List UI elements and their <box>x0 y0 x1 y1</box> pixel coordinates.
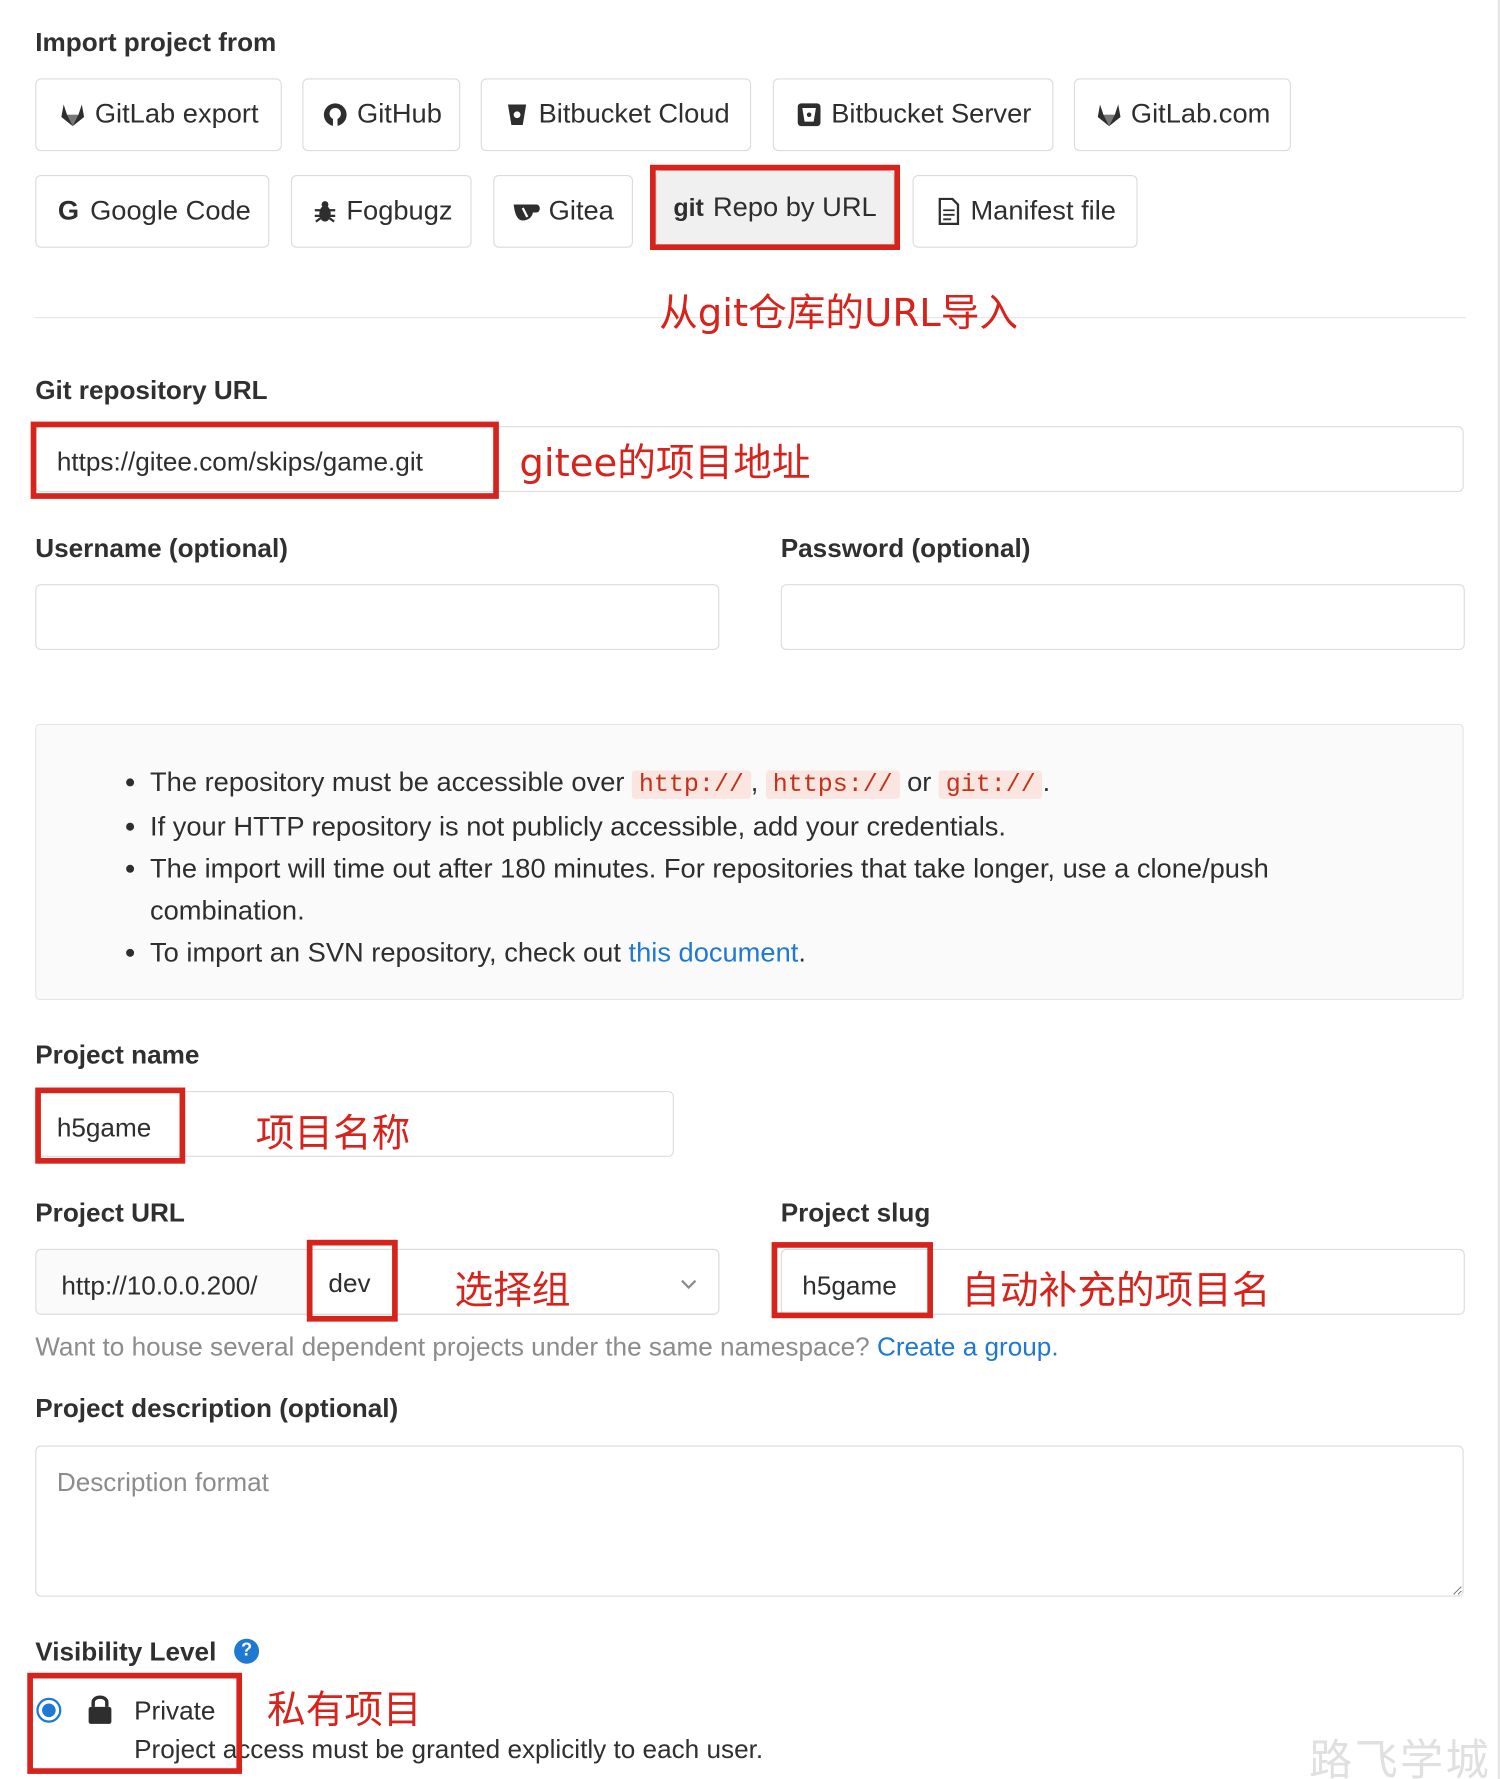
highlight-namespace <box>306 1239 398 1322</box>
info-item-protocols: The repository must be accessible over h… <box>150 761 1411 805</box>
code-git: git:// <box>938 770 1043 799</box>
github-icon <box>321 100 351 130</box>
import-github-button[interactable]: GitHub <box>302 78 461 152</box>
bitbucket-server-icon <box>795 100 825 130</box>
button-label: Bitbucket Cloud <box>538 98 730 130</box>
repo-url-label: Git repository URL <box>35 375 268 405</box>
svn-document-link[interactable]: this document <box>629 938 799 969</box>
info-item-svn: To import an SVN repository, check out t… <box>150 932 1411 974</box>
project-url-prefix: http://10.0.0.200/ <box>61 1270 258 1301</box>
button-label: Bitbucket Server <box>831 98 1032 130</box>
highlight-repo-by-url <box>650 164 901 251</box>
info-text: or <box>899 767 939 798</box>
import-gitlab-com-button[interactable]: GitLab.com <box>1073 78 1291 152</box>
button-label: GitLab export <box>94 98 259 130</box>
button-label: Gitea <box>548 195 614 227</box>
info-item-timeout: The import will time out after 180 minut… <box>150 848 1411 932</box>
highlight-project-slug <box>771 1242 933 1319</box>
bug-icon <box>310 197 340 227</box>
import-gitea-button[interactable]: Gitea <box>493 175 633 248</box>
password-label: Password (optional) <box>780 532 1031 563</box>
info-text: The repository must be accessible over <box>150 767 633 798</box>
watermark: 路飞学城 <box>1309 1735 1491 1779</box>
project-name-label: Project name <box>35 1039 200 1070</box>
highlight-project-name <box>35 1087 186 1164</box>
gitlab-icon <box>1095 100 1125 130</box>
visibility-label: Visibility Level <box>35 1636 217 1666</box>
namespace-help: Want to house several dependent projects… <box>35 1332 1058 1363</box>
import-bitbucket-server-button[interactable]: Bitbucket Server <box>772 78 1054 152</box>
annotation-project-name: 项目名称 <box>255 1111 411 1157</box>
button-label: Fogbugz <box>346 195 453 227</box>
chevron-down-icon <box>681 1279 697 1290</box>
help-text: Want to house several dependent projects… <box>35 1331 870 1362</box>
button-label: Manifest file <box>970 195 1116 227</box>
google-icon: G <box>57 195 80 227</box>
button-label: GitHub <box>356 98 442 130</box>
annotation-repo-url: gitee的项目地址 <box>519 440 811 487</box>
bitbucket-icon <box>502 100 532 130</box>
username-input[interactable] <box>35 584 720 651</box>
file-icon <box>934 197 964 227</box>
gitea-icon <box>512 197 542 227</box>
import-title: Import project from <box>35 27 277 57</box>
button-label: Google Code <box>90 195 251 227</box>
info-text: . <box>1042 767 1051 798</box>
import-fogbugz-button[interactable]: Fogbugz <box>290 175 472 248</box>
button-label: GitLab.com <box>1130 98 1271 130</box>
question-circle-icon[interactable]: ? <box>234 1638 260 1664</box>
info-text: . <box>798 937 806 969</box>
project-description-input[interactable] <box>35 1445 1464 1597</box>
import-info-box: The repository must be accessible over h… <box>35 723 1464 1001</box>
annotation-repo-by-url: 从git仓库的URL导入 <box>659 290 1019 337</box>
annotation-slug: 自动补充的项目名 <box>961 1268 1271 1314</box>
info-text: , <box>750 767 766 798</box>
import-google-code-button[interactable]: G Google Code <box>35 175 270 248</box>
create-group-link[interactable]: Create a group. <box>877 1332 1059 1362</box>
password-input[interactable] <box>780 584 1465 651</box>
import-manifest-file-button[interactable]: Manifest file <box>912 175 1138 248</box>
highlight-private <box>27 1672 243 1774</box>
info-list: The repository must be accessible over h… <box>150 761 1411 974</box>
username-label: Username (optional) <box>35 532 288 563</box>
import-project-page: Import project from GitLab export GitHub… <box>0 0 1500 1779</box>
import-gitlab-export-button[interactable]: GitLab export <box>35 78 282 152</box>
project-url-label: Project URL <box>35 1197 185 1228</box>
project-description-label: Project description (optional) <box>35 1393 399 1423</box>
info-text: To import an SVN repository, check out <box>150 937 629 969</box>
annotation-group: 选择组 <box>454 1268 571 1314</box>
code-https: https:// <box>765 770 900 799</box>
import-bitbucket-cloud-button[interactable]: Bitbucket Cloud <box>480 78 752 152</box>
project-slug-label: Project slug <box>780 1197 931 1228</box>
gitlab-icon <box>58 100 88 130</box>
highlight-repo-url <box>30 421 499 499</box>
info-item-credentials: If your HTTP repository is not publicly … <box>150 806 1411 848</box>
code-http: http:// <box>632 770 751 799</box>
annotation-private: 私有项目 <box>267 1687 422 1734</box>
